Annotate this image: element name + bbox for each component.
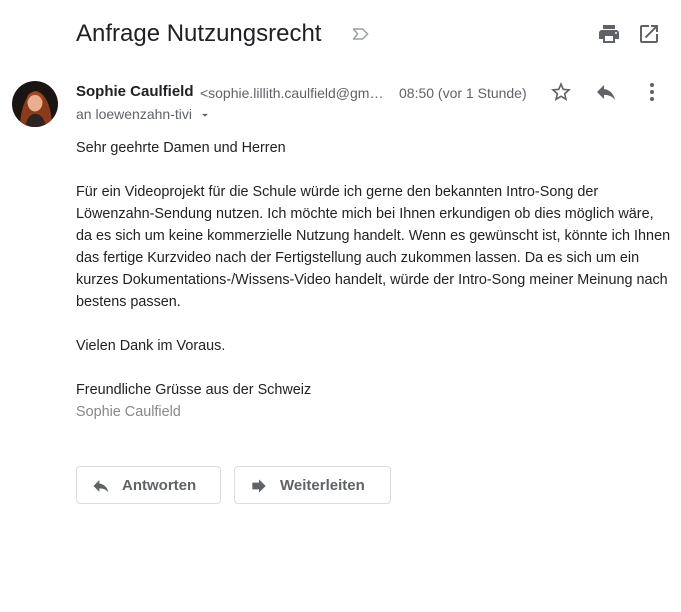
open-in-new-window-icon[interactable] [637, 22, 661, 46]
subject-header: Anfrage Nutzungsrecht [76, 18, 661, 50]
forward-arrow-icon [252, 479, 266, 493]
sender-line: Sophie Caulfield <sophie.lillith.caulfie… [76, 83, 386, 103]
sender-name[interactable]: Sophie Caulfield [76, 83, 194, 100]
email-signature: Sophie Caulfield [76, 404, 181, 420]
sender-email: <sophie.lillith.caulfield@gmail.com> [199, 85, 386, 101]
dropdown-arrow-icon[interactable] [198, 108, 212, 122]
recipient-line[interactable]: an loewenzahn-tivi [76, 106, 212, 122]
forward-button-label: Weiterleiten [280, 477, 365, 494]
reply-button[interactable]: Antworten [76, 466, 221, 504]
body-thanks: Vielen Dank im Voraus. [76, 338, 226, 354]
email-timestamp: 08:50 (vor 1 Stunde) [399, 85, 527, 101]
reply-icon[interactable] [594, 80, 618, 104]
email-body: Sehr geehrte Damen und Herren Für ein Vi… [76, 137, 671, 423]
body-paragraph: Für ein Videoprojekt für die Schule würd… [76, 184, 671, 310]
label-outline-icon[interactable] [351, 24, 371, 44]
more-vertical-icon[interactable] [640, 80, 664, 104]
reply-icon [93, 480, 109, 493]
reply-button-label: Antworten [122, 477, 197, 494]
forward-button[interactable]: Weiterleiten [234, 466, 391, 504]
body-closing: Freundliche Grüsse aus der Schweiz [76, 382, 312, 398]
recipient-text: an loewenzahn-tivi [76, 106, 192, 122]
body-greeting: Sehr geehrte Damen und Herren [76, 140, 286, 156]
avatar[interactable] [12, 81, 58, 127]
email-subject: Anfrage Nutzungsrecht [76, 20, 322, 47]
print-icon[interactable] [597, 22, 621, 46]
star-outline-icon[interactable] [549, 80, 573, 104]
